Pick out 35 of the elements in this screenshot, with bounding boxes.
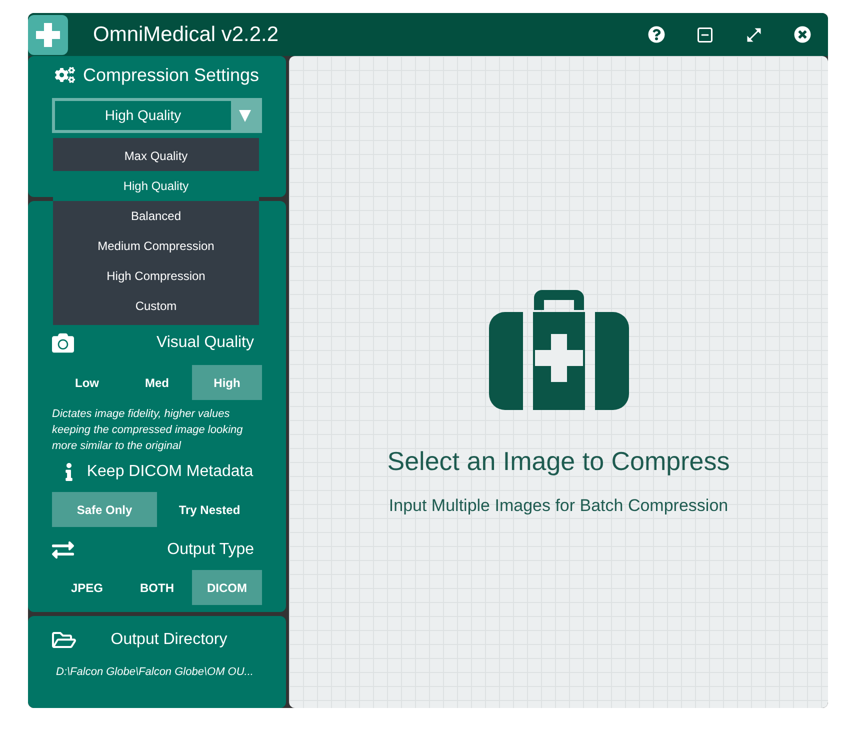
main-heading: Select an Image to Compress	[387, 445, 730, 478]
section-title: Visual Quality	[155, 333, 255, 353]
option-tab[interactable]: High	[192, 365, 262, 400]
maximize-icon[interactable]	[745, 26, 763, 44]
preset-dropdown[interactable]: High Quality	[52, 98, 262, 133]
option-tab[interactable]: Med	[122, 365, 192, 400]
app-logo-icon	[28, 14, 68, 54]
window-title: OmniMedical v2.2.2	[93, 22, 280, 48]
directory-path: D:\Falcon Globe\Falcon Globe\OM OU...	[55, 665, 254, 680]
main-subheading: Input Multiple Images for Batch Compression	[388, 495, 728, 517]
close-icon[interactable]	[794, 26, 811, 43]
camera-icon	[52, 332, 74, 354]
option-tab[interactable]: JPEG	[52, 570, 122, 605]
menu-item[interactable]: Balanced	[53, 201, 259, 231]
option-tab[interactable]: Safe Only	[52, 492, 157, 527]
help-icon[interactable]	[648, 26, 665, 43]
option-tab[interactable]: Low	[52, 365, 122, 400]
section-title: Compression Settings	[82, 64, 260, 87]
medical-kit-icon	[488, 290, 628, 410]
caret-icon	[238, 108, 252, 122]
menu-item[interactable]: Max Quality	[53, 141, 259, 171]
section-title: Output Type	[166, 540, 255, 560]
minimize-icon[interactable]	[696, 26, 714, 44]
menu-item[interactable]: Medium Compression	[53, 231, 259, 261]
option-tab[interactable]: Try Nested	[157, 492, 262, 527]
menu-item[interactable]: Custom	[53, 291, 259, 321]
swap-arrows-icon	[52, 539, 74, 561]
description-text: Dictates image fidelity, higher values keeping the compressed image looking more similar to the original	[51, 407, 244, 454]
section-title: Keep DICOM Metadata	[86, 462, 254, 482]
option-tab[interactable]: DICOM	[192, 570, 262, 605]
menu-item[interactable]: High Compression	[53, 261, 259, 291]
section-title: Output Directory	[110, 630, 228, 650]
gears-icon	[54, 65, 75, 85]
option-tab[interactable]: BOTH	[122, 570, 192, 605]
menu-item[interactable]: High Quality	[53, 171, 259, 201]
